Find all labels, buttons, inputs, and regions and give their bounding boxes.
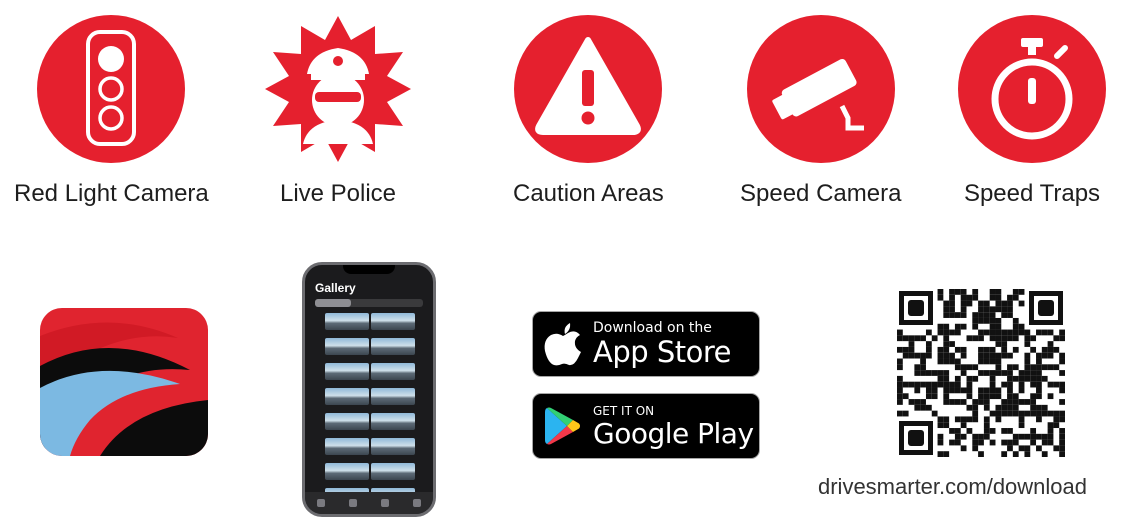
tab-icon bbox=[317, 499, 325, 507]
tab-icon bbox=[349, 499, 357, 507]
alert-speed-traps: Speed Traps bbox=[957, 14, 1107, 208]
alert-speed-camera: Speed Camera bbox=[740, 14, 901, 208]
google-play-icon bbox=[545, 407, 580, 445]
google-play-big-text: Google Play bbox=[593, 416, 754, 450]
warning-triangle-icon bbox=[514, 15, 663, 163]
alert-label: Live Police bbox=[279, 180, 397, 207]
phone-tab-bar bbox=[305, 492, 433, 514]
gallery-thumbnail bbox=[325, 463, 369, 480]
gallery-thumbnail bbox=[371, 463, 415, 480]
app-store-big-text: App Store bbox=[593, 335, 732, 369]
app-store-small-text: Download on the bbox=[593, 320, 712, 336]
gallery-thumbnail bbox=[325, 363, 369, 380]
gallery-thumbnail bbox=[371, 438, 415, 455]
gallery-thumbnail bbox=[325, 388, 369, 405]
alert-live-police: Live Police bbox=[263, 14, 413, 208]
gallery-thumbnail bbox=[371, 413, 415, 430]
gallery-thumbnail bbox=[371, 363, 415, 380]
google-play-small-text: GET IT ON bbox=[593, 403, 655, 418]
alert-label: Red Light Camera bbox=[14, 180, 209, 207]
alert-label: Speed Traps bbox=[963, 180, 1101, 207]
gallery-thumbnail bbox=[371, 388, 415, 405]
gallery-thumbnails bbox=[325, 313, 417, 513]
gallery-thumbnail bbox=[371, 338, 415, 355]
drivesmarter-app-icon bbox=[40, 308, 208, 456]
police-officer-icon bbox=[265, 16, 411, 162]
qr-caption: drivesmarter.com/download bbox=[818, 474, 1088, 499]
alert-label: Caution Areas bbox=[513, 180, 664, 207]
alert-caution-areas: Caution Areas bbox=[513, 14, 664, 208]
app-store-badge[interactable]: Download on the App Store bbox=[532, 311, 760, 377]
gallery-thumbnail bbox=[325, 313, 369, 330]
gallery-thumbnail bbox=[325, 338, 369, 355]
qr-code-icon bbox=[897, 289, 1065, 457]
alert-label: Speed Camera bbox=[740, 180, 902, 207]
security-camera-icon bbox=[746, 15, 895, 163]
apple-logo-icon bbox=[544, 323, 581, 366]
stopwatch-icon bbox=[958, 15, 1106, 163]
gallery-segmented-control bbox=[315, 299, 423, 307]
gallery-title: Gallery bbox=[315, 281, 356, 295]
traffic-light-icon bbox=[37, 15, 186, 163]
phone-mockup: Gallery bbox=[302, 262, 436, 517]
gallery-thumbnail bbox=[325, 413, 369, 430]
google-play-badge[interactable]: GET IT ON Google Play bbox=[532, 393, 760, 459]
tab-icon bbox=[381, 499, 389, 507]
phone-notch bbox=[343, 265, 395, 274]
alert-red-light-camera: Red Light Camera bbox=[14, 14, 209, 208]
gallery-thumbnail bbox=[371, 313, 415, 330]
gallery-thumbnail bbox=[325, 438, 369, 455]
tab-icon bbox=[413, 499, 421, 507]
